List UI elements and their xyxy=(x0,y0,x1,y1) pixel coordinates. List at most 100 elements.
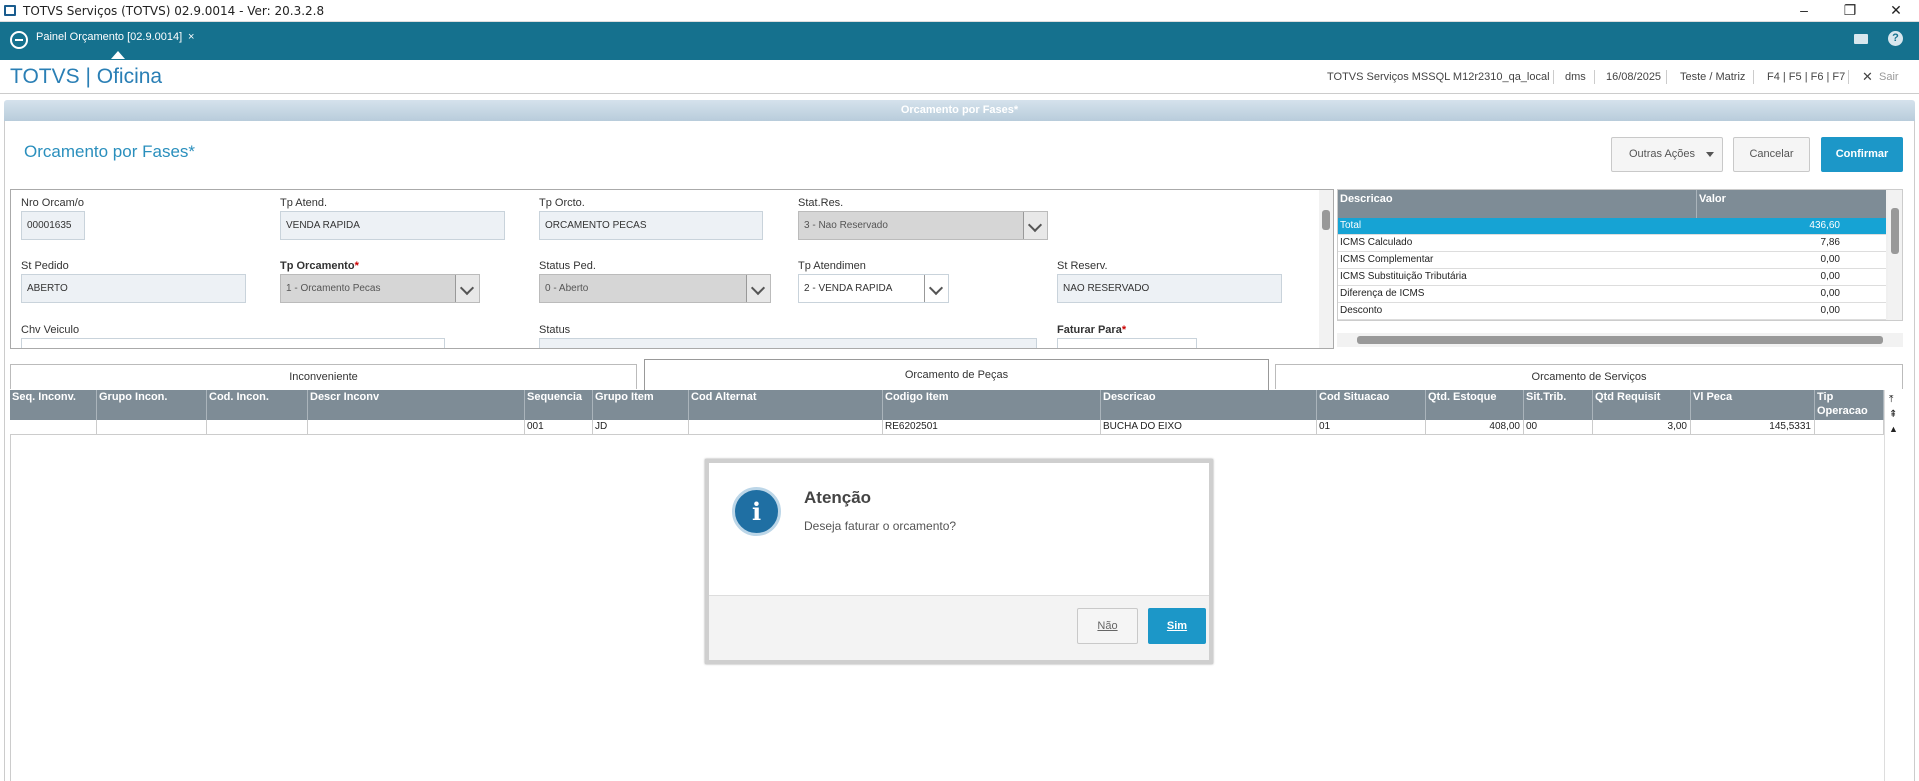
grid-cell[interactable]: 001 xyxy=(525,420,593,435)
grid-cell[interactable] xyxy=(689,420,883,435)
grid-cell[interactable] xyxy=(207,420,308,435)
exit-link[interactable]: Sair xyxy=(1879,71,1899,83)
grid-header-cell[interactable]: Sequencia xyxy=(525,390,593,420)
grid-scrollbar[interactable]: ⤒ ⇞ ▲ xyxy=(1884,390,1903,781)
grid-header-cell[interactable]: Cod. Incon. xyxy=(207,390,308,420)
grid-header-cell[interactable]: Descr Inconv xyxy=(308,390,525,420)
totals-row-valor: 7,86 xyxy=(1820,237,1840,248)
grid-cell[interactable] xyxy=(308,420,525,435)
grid-cell[interactable]: RE6202501 xyxy=(883,420,1101,435)
totals-hscrollbar[interactable] xyxy=(1337,333,1903,347)
scroll-top-icon[interactable]: ⤒ xyxy=(1889,395,1893,405)
tab-orcamento-pecas[interactable]: Orcamento de Peças xyxy=(644,359,1269,390)
grid-cell[interactable]: JD xyxy=(593,420,689,435)
stat-res-value: 3 - Nao Reservado xyxy=(804,220,888,231)
totals-row[interactable]: ICMS Substituição Tributária 0,00 xyxy=(1338,269,1886,286)
scrollbar-thumb[interactable] xyxy=(1322,210,1330,230)
totals-scrollbar[interactable] xyxy=(1888,190,1902,320)
st-reserv-field[interactable]: NAO RESERVADO xyxy=(1057,274,1282,303)
yes-button[interactable]: Sim xyxy=(1148,608,1206,644)
totals-row[interactable]: Total 436,60 xyxy=(1338,218,1886,235)
app-icon xyxy=(4,5,16,16)
st-pedido-field[interactable]: ABERTO xyxy=(21,274,246,303)
phase-banner: Orcamento por Fases* xyxy=(4,100,1915,121)
grid-header-cell[interactable]: Qtd Requisit xyxy=(1593,390,1691,420)
stat-res-label: Stat.Res. xyxy=(798,197,844,209)
chevron-down-icon xyxy=(924,275,948,302)
grid-header-cell[interactable]: Sit.Trib. xyxy=(1524,390,1593,420)
scrollbar-thumb[interactable] xyxy=(1891,208,1899,254)
chv-veiculo-label: Chv Veiculo xyxy=(21,324,80,336)
grid-cell[interactable]: 00 xyxy=(1524,420,1593,435)
exit-icon[interactable]: ✕ xyxy=(1862,69,1873,85)
tp-atendimen-select[interactable]: 2 - VENDA RAPIDA xyxy=(798,274,949,303)
window-title: TOTVS Serviços (TOTVS) 02.9.0014 - Ver: … xyxy=(23,4,325,18)
status-field[interactable] xyxy=(539,338,1037,348)
close-icon[interactable]: ✕ xyxy=(1873,0,1919,22)
scroll-page-up-icon[interactable]: ⇞ xyxy=(1889,410,1897,420)
nro-orcamento-field[interactable]: 00001635 xyxy=(21,211,85,240)
grid-header-cell[interactable]: Grupo Incon. xyxy=(97,390,207,420)
status-ped-value: 0 - Aberto xyxy=(545,283,589,294)
tp-orcamento-value: 1 - Orcamento Pecas xyxy=(286,283,381,294)
brand-title: TOTVS | Oficina xyxy=(10,65,163,88)
faturar-para-label: Faturar Para* xyxy=(1057,324,1127,336)
grid-cell[interactable] xyxy=(1815,420,1884,435)
grid-cell[interactable]: BUCHA DO EIXO xyxy=(1101,420,1317,435)
date-label: 16/08/2025 xyxy=(1606,71,1662,83)
grid-header-cell[interactable]: Vl Peca xyxy=(1691,390,1815,420)
scroll-up-icon[interactable]: ▲ xyxy=(1889,425,1898,434)
tab-painel-orcamento[interactable]: Painel Orçamento [02.9.0014] xyxy=(36,31,182,43)
tab-inconveniente[interactable]: Inconveniente xyxy=(10,364,637,389)
grid-cell[interactable]: 408,00 xyxy=(1426,420,1524,435)
totals-row[interactable]: Desconto 0,00 xyxy=(1338,303,1886,320)
tp-orcto-label: Tp Orcto. xyxy=(539,197,585,209)
dialog-title: Atenção xyxy=(804,488,872,507)
grid-cell[interactable] xyxy=(97,420,207,435)
dialog-message: Deseja faturar o orcamento? xyxy=(804,519,957,533)
totals-row-desc: Total xyxy=(1340,220,1362,231)
other-actions-button[interactable]: Outras Ações xyxy=(1611,137,1723,172)
tp-atend-field[interactable]: VENDA RAPIDA xyxy=(280,211,505,240)
no-button[interactable]: Não xyxy=(1077,608,1138,644)
stat-res-select[interactable]: 3 - Nao Reservado xyxy=(798,211,1048,240)
help-icon[interactable]: ? xyxy=(1888,31,1903,46)
grid-header-cell[interactable]: Descricao xyxy=(1101,390,1317,420)
totals-row[interactable]: Diferença de ICMS 0,00 xyxy=(1338,286,1886,303)
divider xyxy=(1753,70,1754,84)
grid-header-cell[interactable]: Tip Operacao xyxy=(1815,390,1884,420)
grid-header-cell[interactable]: Codigo Item xyxy=(883,390,1101,420)
minimize-icon[interactable]: – xyxy=(1781,0,1827,22)
chv-veiculo-field[interactable] xyxy=(21,338,445,348)
tab-close-icon[interactable]: × xyxy=(188,31,194,43)
tp-orcto-field[interactable]: ORCAMENTO PECAS xyxy=(539,211,763,240)
totals-row-valor: 0,00 xyxy=(1820,305,1840,316)
totals-row[interactable]: ICMS Calculado 7,86 xyxy=(1338,235,1886,252)
grid-cell[interactable] xyxy=(10,420,97,435)
scrollbar-thumb[interactable] xyxy=(1357,336,1883,344)
grid-cell[interactable]: 145,5331 xyxy=(1691,420,1815,435)
grid-cell[interactable]: 3,00 xyxy=(1593,420,1691,435)
grid-header-cell[interactable]: Cod Situacao xyxy=(1317,390,1426,420)
grid-header-cell[interactable]: Seq. Inconv. xyxy=(10,390,97,420)
status-ped-label: Status Ped. xyxy=(539,260,596,272)
faturar-para-field[interactable] xyxy=(1057,338,1197,348)
tab-orcamento-servicos[interactable]: Orcamento de Serviços xyxy=(1275,364,1903,389)
totals-panel: Descricao Valor Total 436,60 ICMS Calcul… xyxy=(1337,189,1903,321)
divider xyxy=(1666,70,1667,84)
totals-row[interactable]: ICMS Complementar 0,00 xyxy=(1338,252,1886,269)
tp-orcamento-select[interactable]: 1 - Orcamento Pecas xyxy=(280,274,480,303)
mail-icon[interactable] xyxy=(1854,34,1868,44)
cancel-button[interactable]: Cancelar xyxy=(1733,137,1810,172)
grid-header-cell[interactable]: Qtd. Estoque xyxy=(1426,390,1524,420)
grid-cell[interactable]: 01 xyxy=(1317,420,1426,435)
shortcuts-label: F4 | F5 | F6 | F7 xyxy=(1767,71,1846,83)
grid-header-cell[interactable]: Cod Alternat xyxy=(689,390,883,420)
confirm-button[interactable]: Confirmar xyxy=(1821,137,1903,172)
totvs-logo-icon[interactable] xyxy=(10,31,28,49)
restore-icon[interactable]: ❐ xyxy=(1827,0,1873,22)
grid-header-cell[interactable]: Grupo Item xyxy=(593,390,689,420)
tp-atendimen-label: Tp Atendimen xyxy=(798,260,866,272)
form-scrollbar[interactable] xyxy=(1319,190,1333,348)
status-ped-select[interactable]: 0 - Aberto xyxy=(539,274,771,303)
